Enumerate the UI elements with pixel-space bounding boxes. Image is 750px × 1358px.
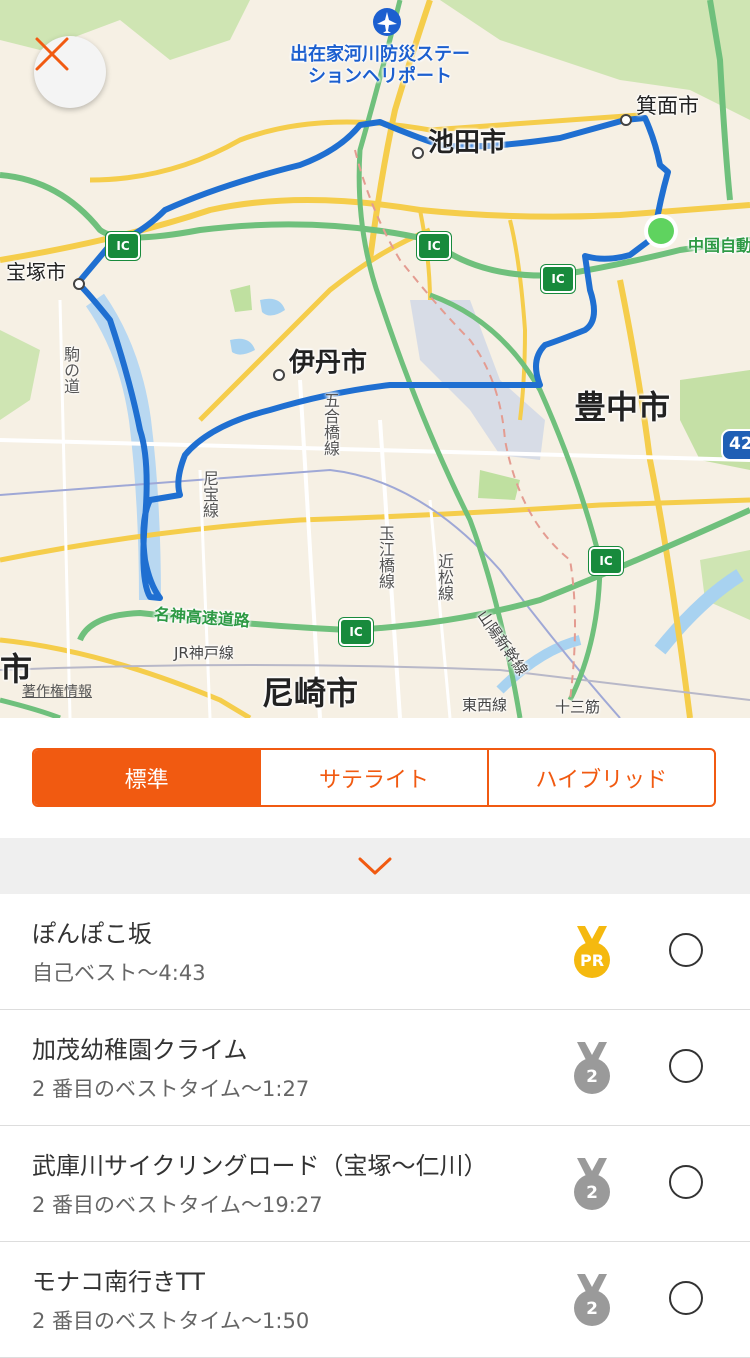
segment-select-radio[interactable] bbox=[669, 1049, 703, 1083]
map-type-satellite[interactable]: サテライト bbox=[261, 750, 489, 805]
route-42-label: 42 bbox=[729, 434, 750, 454]
toyonaka-label: 豊中市 bbox=[574, 388, 671, 426]
amaho-road-label: 尼宝線 bbox=[200, 470, 219, 518]
segment-result: 2 番目のベストタイム〜19:27 bbox=[32, 1193, 323, 1217]
silver-medal-icon: 2 bbox=[574, 1042, 610, 1094]
segment-name: 武庫川サイクリングロード（宝塚〜仁川） bbox=[32, 1152, 488, 1180]
svg-text:2: 2 bbox=[586, 1299, 598, 1319]
komano-road-label: 駒の道 bbox=[61, 346, 80, 394]
interchange-icon: IC bbox=[541, 265, 575, 293]
amagasaki-label: 尼崎市 bbox=[262, 674, 359, 712]
jusou-label: 十三筋 bbox=[555, 698, 601, 716]
segment-select-radio[interactable] bbox=[669, 933, 703, 967]
tamaebashi-road-label: 玉江橋線 bbox=[376, 525, 395, 589]
silver-medal-icon: 2 bbox=[574, 1274, 610, 1326]
segment-name: 加茂幼稚園クライム bbox=[32, 1036, 248, 1064]
interchange-icon: IC bbox=[589, 547, 623, 575]
chugoku-expressway-label: 中国自動 bbox=[688, 236, 750, 255]
gogobashi-road-label: 五合橋線 bbox=[321, 392, 340, 456]
segment-result: 2 番目のベストタイム〜1:27 bbox=[32, 1077, 310, 1101]
svg-text:PR: PR bbox=[580, 951, 604, 970]
segment-select-radio[interactable] bbox=[669, 1281, 703, 1315]
copyright-link[interactable]: 著作権情報 bbox=[22, 681, 92, 701]
itami-label: 伊丹市 bbox=[289, 348, 368, 378]
segment-name: モナコ南行きTT bbox=[32, 1268, 205, 1296]
list-item[interactable]: 武庫川サイクリングロード（宝塚〜仁川） 2 番目のベストタイム〜19:27 2 bbox=[0, 1126, 750, 1242]
pr-medal-icon: PR bbox=[574, 926, 610, 978]
list-item[interactable]: 加茂幼稚園クライム 2 番目のベストタイム〜1:27 2 bbox=[0, 1010, 750, 1126]
map-type-standard[interactable]: 標準 bbox=[34, 750, 262, 805]
svg-text:2: 2 bbox=[586, 1183, 598, 1203]
map-type-hybrid[interactable]: ハイブリッド bbox=[489, 750, 714, 805]
list-item[interactable]: ぽんぽこ坂 自己ベスト〜4:43 PR bbox=[0, 894, 750, 1010]
interchange-icon: IC bbox=[417, 232, 451, 260]
chikamatsu-road-label: 近松線 bbox=[435, 553, 454, 601]
takarazuka-label: 宝塚市 bbox=[6, 260, 66, 284]
collapse-map-bar[interactable] bbox=[0, 838, 750, 894]
interchange-icon: IC bbox=[339, 618, 373, 646]
segment-result: 自己ベスト〜4:43 bbox=[32, 961, 206, 985]
segment-list: ぽんぽこ坂 自己ベスト〜4:43 PR 加茂幼稚園クライム 2 番目のベストタイ… bbox=[0, 894, 750, 1358]
segment-select-radio[interactable] bbox=[669, 1165, 703, 1199]
heliport-label: 出在家河川防災ステー ションヘリポート bbox=[290, 44, 470, 87]
list-item[interactable]: モナコ南行きTT 2 番目のベストタイム〜1:50 2 bbox=[0, 1242, 750, 1358]
jr-kobe-line-label: JR神戸線 bbox=[174, 644, 234, 662]
silver-medal-icon: 2 bbox=[574, 1158, 610, 1210]
map-type-segmented-control: 標準 サテライト ハイブリッド bbox=[32, 748, 716, 807]
chevron-down-icon bbox=[358, 857, 392, 875]
map-view[interactable]: 出在家河川防災ステー ションヘリポート 池田市 箕面市 宝塚市 伊丹市 豊中市 尼… bbox=[0, 0, 750, 718]
tozai-line-label: 東西線 bbox=[462, 696, 508, 714]
minoh-label: 箕面市 bbox=[636, 94, 699, 118]
close-button[interactable] bbox=[34, 36, 106, 108]
segment-result: 2 番目のベストタイム〜1:50 bbox=[32, 1309, 310, 1333]
ikeda-label: 池田市 bbox=[428, 128, 507, 158]
interchange-icon: IC bbox=[106, 232, 140, 260]
svg-text:2: 2 bbox=[586, 1067, 598, 1087]
segment-name: ぽんぽこ坂 bbox=[32, 920, 152, 948]
close-icon bbox=[35, 37, 69, 71]
